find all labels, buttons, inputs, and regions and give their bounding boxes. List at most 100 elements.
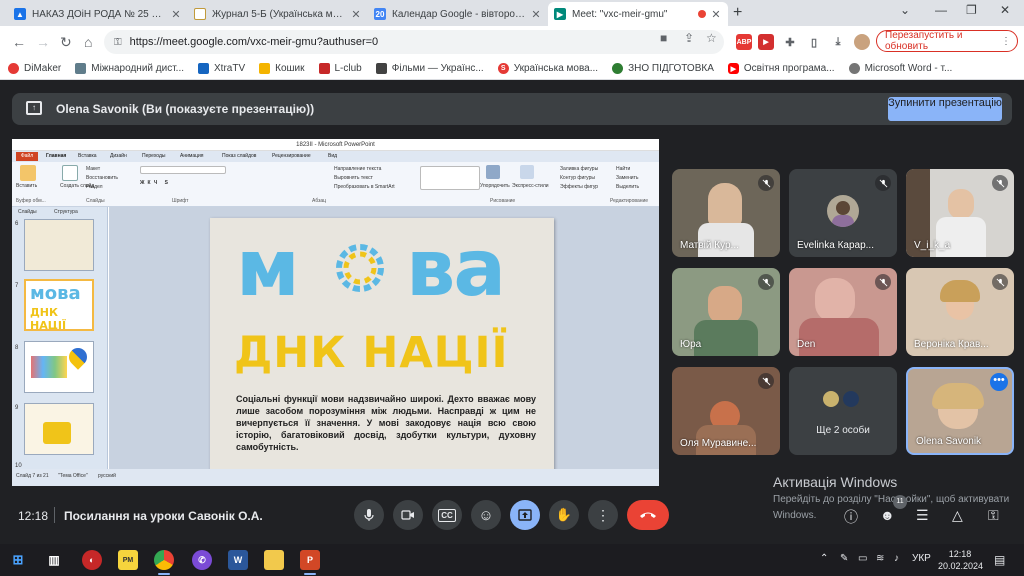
ppt-tab[interactable]: Главная: [46, 153, 66, 159]
participant-tile[interactable]: Вероніка Крав...: [906, 268, 1014, 356]
bookmark-item[interactable]: Фільми — Українс...: [375, 63, 484, 74]
activities-icon[interactable]: △: [952, 507, 963, 524]
download-icon[interactable]: ⤓: [830, 34, 846, 50]
ppt-paste-button[interactable]: Вставить: [16, 183, 37, 189]
minimize-button[interactable]: —: [935, 3, 947, 17]
viber-icon[interactable]: ✆: [192, 550, 212, 570]
close-tab-icon[interactable]: ✕: [350, 8, 362, 21]
captions-button[interactable]: CC: [432, 500, 462, 530]
app-icon[interactable]: ◐: [82, 550, 102, 570]
participant-tile[interactable]: Evelinka Карар...: [789, 169, 897, 257]
ppt-align-text[interactable]: Выровнять текст: [334, 175, 373, 181]
camera-icon[interactable]: ■: [660, 31, 667, 45]
participant-tile[interactable]: Оля Муравине...: [672, 367, 780, 455]
restart-update-button[interactable]: Перезапустить и обновить ⋮: [876, 30, 1018, 52]
ppt-replace[interactable]: Заменить: [616, 175, 638, 181]
bookmark-item[interactable]: S Українська мова...: [497, 63, 598, 74]
people-icon[interactable]: ☻: [880, 507, 895, 523]
ppt-file-tab[interactable]: Файл: [16, 152, 38, 161]
ppt-reset-button[interactable]: Восстановить: [86, 175, 118, 181]
bookmark-item[interactable]: Microsoft Word - т...: [848, 63, 952, 74]
close-tab-icon[interactable]: ✕: [710, 8, 722, 21]
ppt-layout-button[interactable]: Макет: [86, 166, 100, 172]
word-icon[interactable]: W: [228, 550, 248, 570]
ppt-shape-effects[interactable]: Эффекты фигур: [560, 184, 598, 190]
ppt-tab[interactable]: Рецензирование: [272, 153, 311, 159]
slide-thumbnail-selected[interactable]: мова ДНК НАЦІЇ: [24, 279, 94, 331]
tray-chevron-icon[interactable]: ⌃: [820, 553, 828, 564]
ppt-tab[interactable]: Переходы: [142, 153, 165, 159]
ppt-select[interactable]: Выделить: [616, 184, 639, 190]
bookmark-item[interactable]: ЗНО ПІДГОТОВКА: [612, 63, 714, 74]
ppt-shape-fill[interactable]: Заливка фигуры: [560, 166, 598, 172]
close-tab-icon[interactable]: ✕: [170, 8, 182, 21]
input-language[interactable]: УКР: [912, 553, 931, 564]
bookmark-item[interactable]: L-club: [318, 63, 362, 74]
app-tray-icon[interactable]: ✎: [840, 553, 848, 564]
shapes-gallery[interactable]: [420, 166, 480, 190]
bookmark-item[interactable]: DiMaker: [8, 63, 61, 74]
bookmark-item[interactable]: Кошик: [259, 63, 305, 74]
ppt-tab[interactable]: Дизайн: [110, 153, 127, 159]
share-icon[interactable]: ⇪: [684, 31, 694, 45]
start-icon[interactable]: ⊞: [8, 550, 28, 570]
chrome-icon[interactable]: [154, 550, 174, 575]
participant-tile[interactable]: Den: [789, 268, 897, 356]
profile-avatar[interactable]: [854, 34, 870, 50]
reload-icon[interactable]: ↻: [60, 34, 72, 50]
extensions-icon[interactable]: ✚: [782, 34, 798, 50]
ppt-text-direction[interactable]: Направление текста: [334, 166, 381, 172]
ppt-smartart[interactable]: Преобразовать в SmartArt: [334, 184, 395, 190]
tab-order[interactable]: ▲ НАКАЗ ДОіН РОДА № 25 від 0... ✕: [8, 2, 188, 26]
tab-journal[interactable]: Журнал 5-Б (Українська мова ( ✕: [188, 2, 368, 26]
ppt-find[interactable]: Найти: [616, 166, 630, 172]
stop-presenting-button[interactable]: Зупинити презентацію: [888, 97, 1002, 121]
tab-calendar[interactable]: 20 Календар Google - вівторок, 20... ✕: [368, 2, 548, 26]
file-explorer-icon[interactable]: [264, 550, 284, 570]
ppt-shape-outline[interactable]: Контур фигуры: [560, 175, 595, 181]
close-tab-icon[interactable]: ✕: [530, 8, 542, 21]
ppt-tab[interactable]: Вид: [328, 153, 337, 159]
home-icon[interactable]: ⌂: [84, 34, 92, 50]
bookmark-item[interactable]: ▶ Освітня програма...: [727, 63, 835, 74]
reactions-button[interactable]: ☺: [471, 500, 501, 530]
raise-hand-button[interactable]: ✋: [549, 500, 579, 530]
powerpoint-icon[interactable]: P: [300, 550, 320, 575]
menu-icon[interactable]: ⋮: [1001, 36, 1011, 47]
back-icon[interactable]: ←: [12, 34, 26, 50]
participant-tile[interactable]: Юра: [672, 268, 780, 356]
system-clock[interactable]: 12:18 20.02.2024: [938, 548, 983, 572]
battery-icon[interactable]: ▭: [858, 553, 867, 564]
more-options-button[interactable]: ⋮: [588, 500, 618, 530]
self-tile[interactable]: ••• Olena Savonik: [906, 367, 1014, 455]
close-window-button[interactable]: ✕: [1000, 3, 1010, 17]
ppt-section-button[interactable]: Раздел: [86, 184, 103, 190]
bookmark-star-icon[interactable]: ☆: [706, 31, 717, 45]
font-name-box[interactable]: [140, 166, 226, 174]
task-view-icon[interactable]: ▥: [44, 550, 64, 570]
site-info-icon[interactable]: ⚿: [114, 37, 122, 48]
microphone-button[interactable]: [354, 500, 384, 530]
slide-thumbnail[interactable]: [24, 341, 94, 393]
more-options-button[interactable]: •••: [990, 373, 1008, 391]
address-bar[interactable]: ⚿ https://meet.google.com/vxc-meir-gmu?a…: [104, 30, 724, 54]
ppt-slides-tab[interactable]: Слайды: [18, 209, 37, 215]
leave-call-button[interactable]: [627, 500, 669, 530]
tab-search-icon[interactable]: ⌄: [900, 3, 910, 17]
forward-icon[interactable]: →: [36, 34, 50, 50]
ppt-quick-styles-button[interactable]: Экспресс-стили: [512, 183, 549, 189]
present-button[interactable]: [510, 500, 540, 530]
participant-tile[interactable]: Матвій Кур...: [672, 169, 780, 257]
adblock-icon[interactable]: ABP: [736, 34, 752, 50]
ppt-tab[interactable]: Вставка: [78, 153, 97, 159]
app-icon[interactable]: PM: [118, 550, 138, 570]
reading-list-icon[interactable]: ▯: [806, 34, 822, 50]
volume-icon[interactable]: ♪: [894, 553, 899, 564]
notifications-icon[interactable]: ▤: [994, 553, 1005, 567]
new-tab-button[interactable]: +: [733, 4, 742, 22]
slide-thumbnail[interactable]: [24, 403, 94, 455]
more-participants-tile[interactable]: Ще 2 особи: [789, 367, 897, 455]
ppt-tab[interactable]: Анимация: [180, 153, 203, 159]
bookmark-item[interactable]: Міжнародний дист...: [75, 63, 184, 74]
tab-meet[interactable]: ▶ Meet: "vxc-meir-gmu" ✕: [548, 2, 728, 26]
